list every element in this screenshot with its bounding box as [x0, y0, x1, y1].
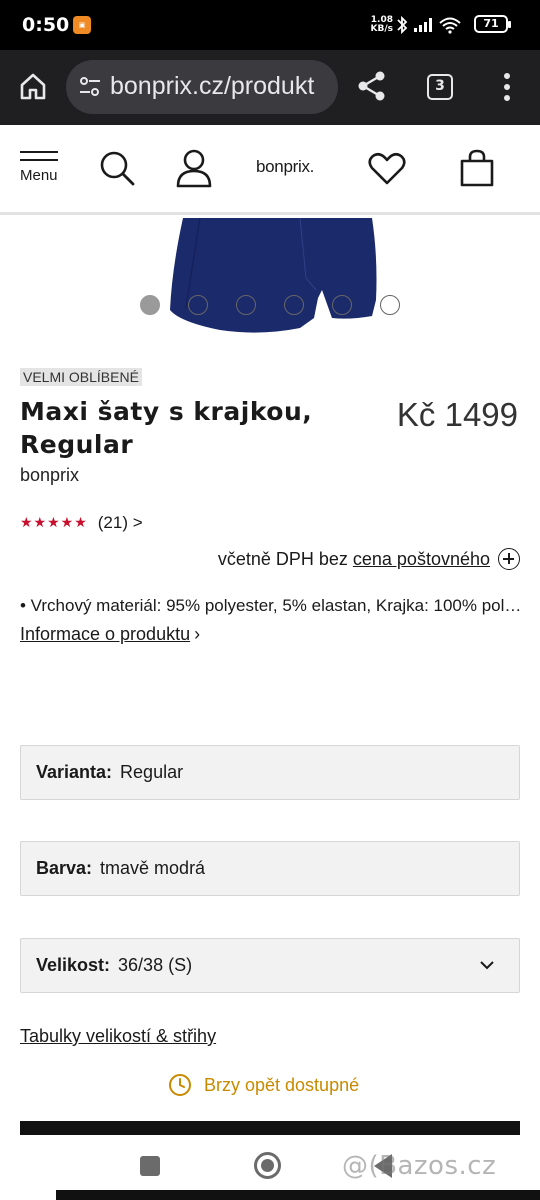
shopping-bag-icon[interactable] — [459, 148, 495, 192]
variant-key: Varianta: — [36, 762, 113, 782]
availability-status: Brzy opět dostupné — [168, 1073, 359, 1097]
battery-indicator: 71 — [474, 15, 511, 33]
review-count[interactable]: (21) > — [98, 513, 143, 533]
pagination-dot[interactable] — [188, 295, 208, 315]
rating-stars-icon: ★★★★★ — [20, 515, 88, 531]
product-price: Kč 1499 — [396, 396, 518, 433]
add-to-cart-button[interactable] — [20, 1121, 520, 1135]
size-chart-link[interactable]: Tabulky velikostí & střihy — [20, 1026, 216, 1047]
home-icon[interactable] — [18, 71, 48, 105]
site-header: Menu bonprix. — [0, 125, 540, 215]
search-icon[interactable] — [99, 150, 137, 192]
status-icons — [396, 14, 470, 40]
pagination-dot[interactable] — [284, 295, 304, 315]
signal-icon — [414, 18, 432, 32]
browser-toolbar: bonprix.cz/produkt 3 — [0, 50, 540, 125]
watermark: @(Bazos.cz — [342, 1151, 497, 1181]
product-title: Maxi šaty s krajkou, Regular — [20, 397, 313, 459]
color-selector[interactable]: Barva: tmavě modrá — [20, 841, 520, 896]
bluetooth-icon — [397, 15, 408, 35]
chevron-down-icon — [479, 955, 495, 980]
tab-switcher-button[interactable]: 3 — [427, 74, 453, 100]
status-time: 0:50 — [22, 14, 70, 36]
wifi-icon — [439, 17, 461, 30]
pagination-dot[interactable] — [236, 295, 256, 315]
variant-selector[interactable]: Varianta: Regular — [20, 745, 520, 800]
status-bar: 0:50 ▣ 1.08 KB/s 71 — [0, 0, 540, 50]
wishlist-heart-icon[interactable] — [368, 152, 406, 190]
share-icon[interactable] — [356, 70, 388, 106]
chevron-right-icon: › — [194, 624, 201, 644]
pagination-dot[interactable] — [140, 295, 160, 315]
clock-icon — [169, 1074, 191, 1096]
product-info-label[interactable]: Informace o produktu — [20, 624, 190, 644]
site-settings-icon[interactable] — [78, 76, 102, 102]
vat-text: včetně DPH bez — [217, 548, 348, 569]
vat-shipping-note: včetně DPH bez cena poštovného — [218, 548, 520, 570]
product-info-link[interactable]: Informace o produktu › — [20, 624, 200, 645]
color-value: tmavě modrá — [100, 858, 206, 878]
popularity-badge: VELMI OBLÍBENÉ — [20, 368, 142, 386]
network-speed-unit: KB/s — [370, 24, 393, 34]
screen: 0:50 ▣ 1.08 KB/s 71 bonprix.cz/produkt 3… — [0, 0, 540, 1200]
shipping-cost-link[interactable]: cena poštovného — [353, 549, 490, 570]
menu-button[interactable]: Menu — [20, 151, 66, 184]
expand-plus-icon[interactable] — [498, 548, 520, 570]
availability-text: Brzy opět dostupné — [204, 1074, 360, 1095]
home-button-icon[interactable] — [254, 1152, 281, 1179]
size-key: Velikost: — [36, 955, 111, 975]
address-bar[interactable]: bonprix.cz/produkt — [66, 60, 338, 114]
hamburger-icon — [20, 151, 58, 153]
account-icon[interactable] — [175, 149, 213, 193]
rating-summary[interactable]: ★★★★★ (21) > — [20, 512, 143, 534]
recent-apps-icon[interactable] — [140, 1156, 160, 1176]
gesture-bar — [56, 1190, 540, 1200]
site-logo[interactable]: bonprix. — [256, 157, 314, 177]
system-navigation-bar: @(Bazos.cz — [0, 1135, 540, 1200]
menu-label: Menu — [20, 167, 58, 184]
size-selector[interactable]: Velikost: 36/38 (S) — [20, 938, 520, 993]
variant-value: Regular — [120, 762, 184, 782]
size-value: 36/38 (S) — [118, 955, 193, 975]
color-key: Barva: — [36, 858, 93, 878]
pagination-dot[interactable] — [380, 295, 400, 315]
image-pagination — [0, 295, 540, 317]
more-options-icon[interactable] — [503, 72, 511, 106]
product-image[interactable] — [0, 218, 540, 338]
url-text[interactable]: bonprix.cz/produkt — [110, 72, 314, 101]
product-brand[interactable]: bonprix — [20, 465, 79, 486]
pagination-dot[interactable] — [332, 295, 352, 315]
material-summary: • Vrchový materiál: 95% polyester, 5% el… — [20, 596, 525, 615]
notification-app-icon: ▣ — [73, 16, 91, 34]
network-speed: 1.08 KB/s — [367, 16, 393, 34]
